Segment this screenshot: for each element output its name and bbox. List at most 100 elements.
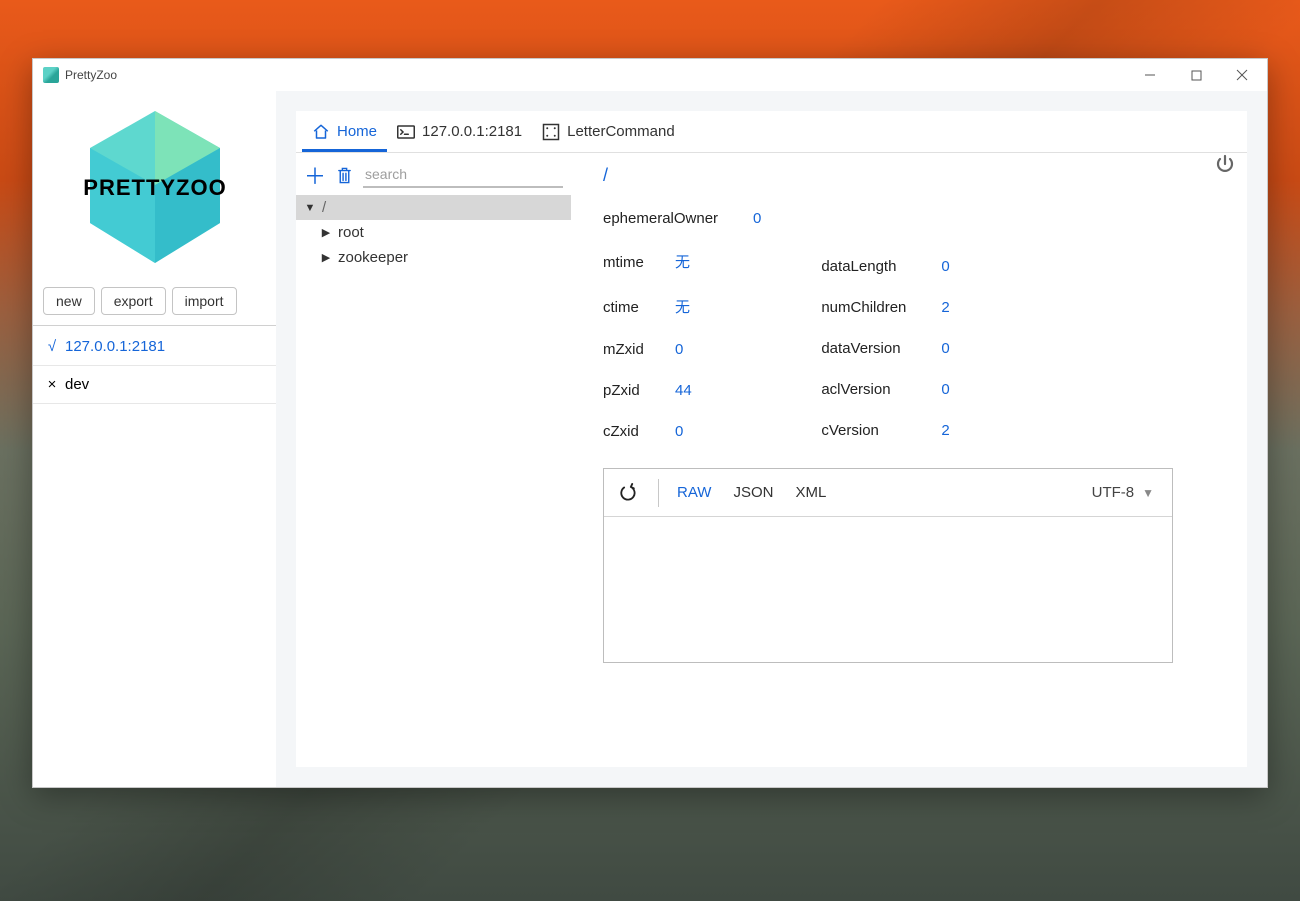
status-disconnected-icon: × [45, 376, 59, 393]
status-connected-icon: √ [45, 338, 59, 355]
stat-row: dataLength 0 [821, 258, 949, 275]
encoding-label: UTF-8 [1092, 484, 1135, 501]
server-name: dev [65, 376, 89, 393]
stat-row: mtime 无 [603, 251, 761, 272]
refresh-icon [618, 483, 638, 503]
delete-node-button[interactable] [336, 166, 353, 185]
tree-pane: ＋ ▼ / ▶ [296, 153, 571, 767]
encoding-select[interactable]: UTF-8 ▼ [1092, 484, 1164, 501]
svg-text:PRETTYZOO: PRETTYZOO [83, 175, 226, 200]
node-path: / [603, 165, 1229, 186]
stat-row: ephemeralOwner 0 [603, 210, 761, 227]
tree-node-root[interactable]: ▶ root [296, 220, 571, 245]
refresh-button[interactable] [612, 483, 644, 503]
minimize-button[interactable] [1127, 59, 1173, 91]
stat-key: aclVersion [821, 381, 919, 398]
command-icon [542, 123, 560, 141]
stat-value: 0 [941, 340, 949, 357]
stat-key: numChildren [821, 299, 919, 316]
logo-container: PRETTYZOO [33, 91, 276, 281]
tree-node-zookeeper[interactable]: ▶ zookeeper [296, 245, 571, 270]
tab-home[interactable]: Home [302, 111, 387, 152]
stat-value: 0 [753, 210, 761, 227]
window-title: PrettyZoo [65, 68, 117, 82]
maximize-button[interactable] [1173, 59, 1219, 91]
stat-value: 2 [941, 299, 949, 316]
stat-value: 2 [941, 422, 949, 439]
stat-row: ctime 无 [603, 296, 761, 317]
import-button[interactable]: import [172, 287, 237, 315]
tree-node-label: zookeeper [338, 249, 408, 266]
stat-value: 0 [941, 258, 949, 275]
chevron-right-icon: ▶ [320, 252, 332, 264]
format-raw[interactable]: RAW [673, 484, 715, 501]
tree-toolbar: ＋ [296, 153, 571, 195]
stat-key: mtime [603, 254, 653, 271]
server-list: √ 127.0.0.1:2181 × dev [33, 326, 276, 404]
tree-node-root-slash[interactable]: ▼ / [296, 195, 571, 220]
stat-key: cZxid [603, 423, 653, 440]
stat-value: 无 [675, 296, 690, 317]
separator [658, 479, 659, 507]
stat-row: cVersion 2 [821, 422, 949, 439]
new-button[interactable]: new [43, 287, 95, 315]
data-content[interactable] [604, 517, 1172, 662]
stat-row: pZxid 44 [603, 382, 761, 399]
close-icon [1236, 69, 1248, 81]
server-item-disconnected[interactable]: × dev [33, 366, 276, 404]
home-icon [312, 123, 330, 141]
stat-key: pZxid [603, 382, 653, 399]
format-xml[interactable]: XML [791, 484, 830, 501]
power-icon [1213, 153, 1237, 177]
detail-pane: / ephemeralOwner 0 mtime 无 [571, 153, 1247, 767]
main-area: Home 127.0.0.1:2181 LetterCommand [276, 91, 1267, 787]
chevron-right-icon: ▶ [320, 227, 332, 239]
stat-key: dataLength [821, 258, 919, 275]
stat-key: mZxid [603, 341, 653, 358]
node-stats: ephemeralOwner 0 mtime 无 ctime 无 [603, 210, 1229, 440]
stat-value: 无 [675, 251, 690, 272]
minimize-icon [1144, 69, 1156, 81]
tab-letter-command[interactable]: LetterCommand [532, 111, 685, 152]
stat-value: 0 [941, 381, 949, 398]
stat-value: 0 [675, 423, 683, 440]
tab-label: 127.0.0.1:2181 [422, 123, 522, 140]
logo: PRETTYZOO [70, 103, 240, 273]
stat-row: mZxid 0 [603, 341, 761, 358]
terminal-icon [397, 123, 415, 141]
tab-server[interactable]: 127.0.0.1:2181 [387, 111, 532, 152]
main-panel: Home 127.0.0.1:2181 LetterCommand [296, 111, 1247, 767]
chevron-down-icon: ▼ [304, 202, 316, 214]
app-window: PrettyZoo PRE [32, 58, 1268, 788]
stat-value: 0 [675, 341, 683, 358]
maximize-icon [1191, 70, 1202, 81]
data-format-tabs: RAW JSON XML UTF-8 ▼ [604, 469, 1172, 517]
sidebar-buttons: new export import [33, 281, 276, 326]
window-controls [1127, 59, 1265, 91]
tab-label: Home [337, 123, 377, 140]
stat-row: dataVersion 0 [821, 340, 949, 357]
export-button[interactable]: export [101, 287, 166, 315]
stat-row: aclVersion 0 [821, 381, 949, 398]
server-name: 127.0.0.1:2181 [65, 338, 165, 355]
stat-row: numChildren 2 [821, 299, 949, 316]
stat-row: cZxid 0 [603, 423, 761, 440]
tabs: Home 127.0.0.1:2181 LetterCommand [296, 111, 1247, 153]
disconnect-button[interactable] [1213, 153, 1237, 177]
stat-value: 44 [675, 382, 692, 399]
stat-key: dataVersion [821, 340, 919, 357]
stat-key: ephemeralOwner [603, 210, 731, 227]
format-json[interactable]: JSON [729, 484, 777, 501]
titlebar[interactable]: PrettyZoo [33, 59, 1267, 91]
chevron-down-icon: ▼ [1142, 486, 1154, 500]
server-item-connected[interactable]: √ 127.0.0.1:2181 [33, 328, 276, 366]
close-button[interactable] [1219, 59, 1265, 91]
stat-key: ctime [603, 299, 653, 316]
stat-key: cVersion [821, 422, 919, 439]
add-node-button[interactable]: ＋ [304, 159, 326, 191]
app-icon [43, 67, 59, 83]
data-box: RAW JSON XML UTF-8 ▼ [603, 468, 1173, 663]
tab-label: LetterCommand [567, 123, 675, 140]
tree: ▼ / ▶ root ▶ zookeeper [296, 195, 571, 270]
search-input[interactable] [363, 162, 563, 188]
